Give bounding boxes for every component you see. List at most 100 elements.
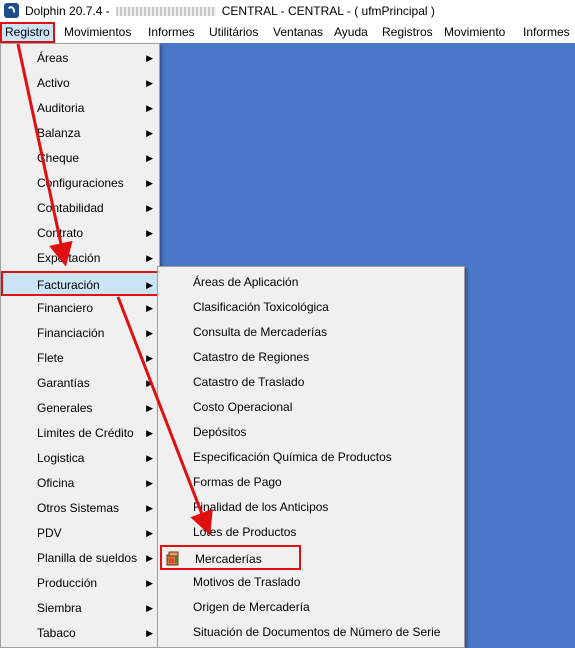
menu-item-label: Depósitos [193, 425, 247, 439]
menu-item-label: PDV [37, 526, 62, 540]
menu-item-label: Contabilidad [37, 201, 104, 215]
menu-item-flete[interactable]: Flete ▶ [1, 346, 159, 371]
submenu-arrow-icon: ▶ [146, 303, 153, 313]
submenu-arrow-icon: ▶ [146, 578, 153, 588]
menu-item-tabaco[interactable]: Tabaco ▶ [1, 621, 159, 646]
submenu-item-origen-de-mercaderia[interactable]: Origen de Mercadería [158, 595, 464, 620]
menu-item-label: Configuraciones [37, 176, 124, 190]
submenu-arrow-icon: ▶ [146, 228, 153, 238]
menu-item-label: Auditoria [37, 101, 85, 115]
menu-item-generales[interactable]: Generales ▶ [1, 396, 159, 421]
submenu-item-catastro-de-regiones[interactable]: Catastro de Regiones [158, 345, 464, 370]
menu-registro[interactable]: Registro [0, 22, 55, 43]
dolphin-app-icon [4, 3, 19, 18]
submenu-item-motivos-de-traslado[interactable]: Motivos de Traslado [158, 570, 464, 595]
menu-movimiento[interactable]: Movimiento [444, 22, 505, 43]
menu-utilitarios[interactable]: Utilitários [209, 22, 258, 43]
menu-item-label: Lotes de Productos [193, 525, 297, 539]
submenu-arrow-icon: ▶ [146, 328, 153, 338]
submenu-arrow-icon: ▶ [146, 203, 153, 213]
menu-item-cheque[interactable]: Cheque ▶ [1, 146, 159, 171]
facturacion-submenu: Áreas de Aplicación Clasificación Toxico… [157, 266, 465, 648]
menu-item-label: Garantías [37, 376, 90, 390]
submenu-item-finalidad-de-los-anticipos[interactable]: Finalidad de los Anticipos [158, 495, 464, 520]
submenu-item-formas-de-pago[interactable]: Formas de Pago [158, 470, 464, 495]
submenu-arrow-icon: ▶ [146, 253, 153, 263]
menu-item-label: Formas de Pago [193, 475, 282, 489]
menu-ventanas[interactable]: Ventanas [273, 22, 323, 43]
redacted-text [115, 7, 216, 17]
merchandise-box-icon [166, 551, 179, 566]
menu-item-label: Áreas de Aplicación [193, 275, 299, 289]
menu-item-label: Contrato [37, 226, 84, 240]
menu-item-pdv[interactable]: PDV ▶ [1, 521, 159, 546]
menu-informes-2[interactable]: Informes [523, 22, 570, 43]
menu-item-label: Financiación [37, 326, 105, 340]
submenu-arrow-icon: ▶ [146, 128, 153, 138]
menu-registros[interactable]: Registros [382, 22, 433, 43]
submenu-arrow-icon: ▶ [146, 153, 153, 163]
title-bar: Dolphin 20.7.4 - CENTRAL - CENTRAL - ( uf… [0, 0, 575, 22]
menu-item-label: Balanza [37, 126, 81, 140]
menu-item-label: Clasificación Toxicológica [193, 300, 329, 314]
submenu-arrow-icon: ▶ [146, 528, 153, 538]
window-title: Dolphin 20.7.4 - CENTRAL - CENTRAL - ( uf… [25, 4, 435, 18]
menu-item-label: Activo [37, 76, 70, 90]
submenu-arrow-icon: ▶ [146, 453, 153, 463]
menu-item-contrato[interactable]: Contrato ▶ [1, 221, 159, 246]
title-suffix: CENTRAL - CENTRAL - ( ufmPrincipal ) [221, 4, 435, 18]
menu-ayuda[interactable]: Ayuda [334, 22, 368, 43]
menu-item-produccion[interactable]: Producción ▶ [1, 571, 159, 596]
menu-item-label: Finalidad de los Anticipos [193, 500, 329, 514]
menu-item-limites-de-credito[interactable]: Limites de Crédito ▶ [1, 421, 159, 446]
submenu-item-especificacion-quimica[interactable]: Especificación Química de Productos [158, 445, 464, 470]
menu-item-activo[interactable]: Activo ▶ [1, 71, 159, 96]
title-prefix: Dolphin 20.7.4 - [25, 4, 110, 18]
menu-item-oficina[interactable]: Oficina ▶ [1, 471, 159, 496]
submenu-arrow-icon: ▶ [146, 78, 153, 88]
submenu-item-clasificacion-toxicologica[interactable]: Clasificación Toxicológica [158, 295, 464, 320]
submenu-arrow-icon: ▶ [146, 403, 153, 413]
menu-item-configuraciones[interactable]: Configuraciones ▶ [1, 171, 159, 196]
menu-item-label: Áreas [37, 51, 69, 65]
menu-item-facturacion[interactable]: Facturación ▶ [1, 271, 159, 296]
menu-item-label: Siembra [37, 601, 82, 615]
menu-item-label: Motivos de Traslado [193, 575, 301, 589]
menu-item-label: Planilla de sueldos [37, 551, 138, 565]
menu-item-label: Facturación [37, 278, 100, 292]
menu-item-label: Mercaderías [195, 552, 262, 566]
menu-item-planilla-de-sueldos[interactable]: Planilla de sueldos ▶ [1, 546, 159, 571]
menu-item-exportacion[interactable]: Exportación ▶ [1, 246, 159, 271]
menu-informes[interactable]: Informes [148, 22, 195, 43]
submenu-item-situacion-de-documentos[interactable]: Situación de Documentos de Número de Ser… [158, 620, 464, 645]
submenu-item-lotes-de-productos[interactable]: Lotes de Productos [158, 520, 464, 545]
menu-item-label: Origen de Mercadería [193, 600, 310, 614]
submenu-arrow-icon: ▶ [146, 503, 153, 513]
menu-item-label: Financiero [37, 301, 94, 315]
submenu-item-catastro-de-traslado[interactable]: Catastro de Traslado [158, 370, 464, 395]
menu-item-contabilidad[interactable]: Contabilidad ▶ [1, 196, 159, 221]
submenu-item-consulta-de-mercaderias[interactable]: Consulta de Mercaderías [158, 320, 464, 345]
menu-item-label: Consulta de Mercaderías [193, 325, 328, 339]
submenu-item-depositos[interactable]: Depósitos [158, 420, 464, 445]
menu-item-siembra[interactable]: Siembra ▶ [1, 596, 159, 621]
submenu-item-mercaderias[interactable]: Mercaderías [160, 545, 301, 570]
menu-item-balanza[interactable]: Balanza ▶ [1, 121, 159, 146]
menu-bar: Registro Movimientos Informes Utilitário… [0, 22, 575, 43]
menu-item-label: Limites de Crédito [37, 426, 134, 440]
menu-item-garantias[interactable]: Garantías ▶ [1, 371, 159, 396]
submenu-arrow-icon: ▶ [146, 53, 153, 63]
menu-item-logistica[interactable]: Logistica ▶ [1, 446, 159, 471]
menu-item-financiero[interactable]: Financiero ▶ [1, 296, 159, 321]
menu-item-otros-sistemas[interactable]: Otros Sistemas ▶ [1, 496, 159, 521]
menu-item-label: Flete [37, 351, 64, 365]
menu-item-financiacion[interactable]: Financiación ▶ [1, 321, 159, 346]
menu-item-auditoria[interactable]: Auditoria ▶ [1, 96, 159, 121]
submenu-item-costo-operacional[interactable]: Costo Operacional [158, 395, 464, 420]
menu-item-areas[interactable]: Áreas ▶ [1, 46, 159, 71]
menu-item-label: Cheque [37, 151, 80, 165]
menu-movimientos[interactable]: Movimientos [64, 22, 131, 43]
submenu-arrow-icon: ▶ [146, 280, 153, 290]
submenu-item-areas-de-aplicacion[interactable]: Áreas de Aplicación [158, 270, 464, 295]
submenu-arrow-icon: ▶ [146, 628, 153, 638]
